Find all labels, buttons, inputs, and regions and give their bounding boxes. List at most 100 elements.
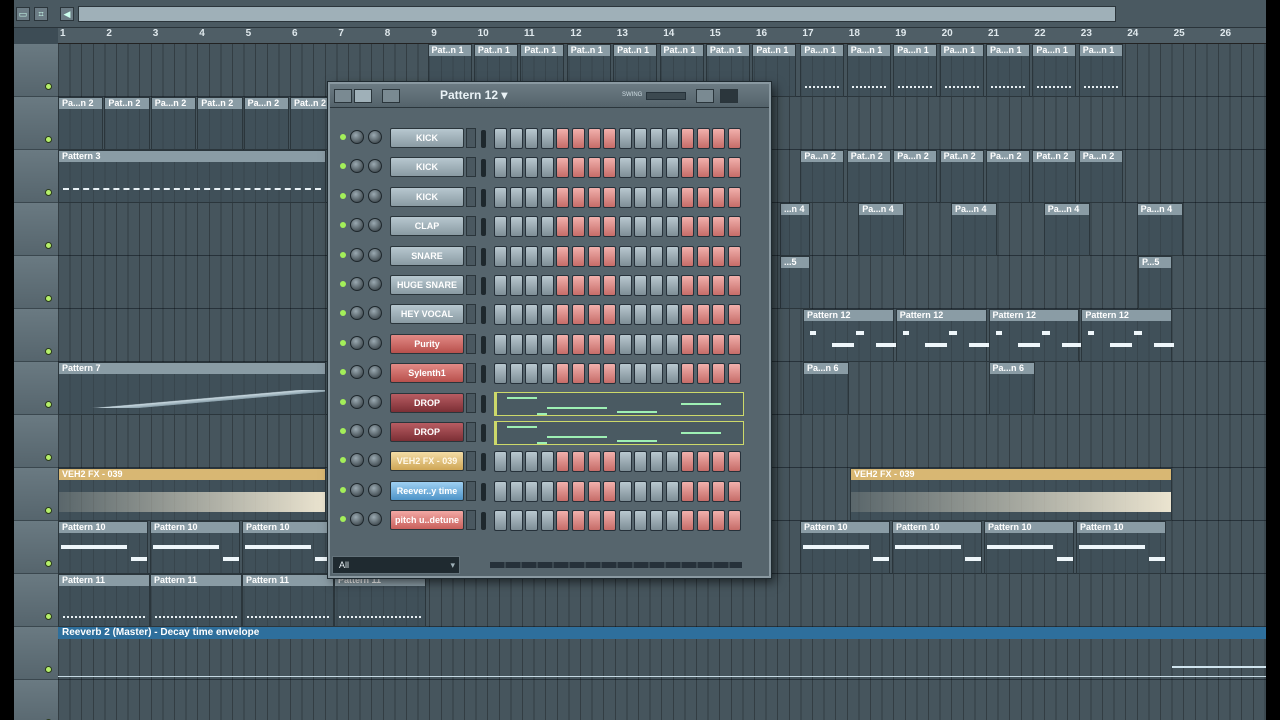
track-header[interactable] (14, 574, 58, 627)
step-button[interactable] (572, 186, 585, 208)
channel-select-indicator[interactable] (481, 218, 486, 237)
step-button[interactable] (665, 304, 679, 326)
playlist-clip[interactable]: Pa...n 2 (1078, 150, 1123, 203)
step-button[interactable] (650, 245, 663, 267)
step-button[interactable] (540, 510, 554, 532)
rack-menu-icon[interactable] (334, 89, 352, 103)
playlist-clip[interactable]: Pattern 10 (800, 521, 890, 574)
channel-name-button[interactable]: DROP (390, 422, 464, 442)
step-button[interactable] (587, 451, 601, 473)
step-button[interactable] (665, 363, 679, 385)
track-mute-led[interactable] (45, 83, 52, 90)
playlist-clip[interactable]: Pattern 12 (1081, 309, 1175, 362)
channel-pan-knob[interactable] (350, 482, 364, 497)
step-button[interactable] (618, 245, 632, 267)
step-button[interactable] (556, 510, 570, 532)
step-button[interactable] (696, 363, 710, 385)
step-button[interactable] (556, 363, 570, 385)
step-button[interactable] (525, 275, 539, 296)
playlist-clip[interactable]: Pa...n 1 (986, 44, 1031, 97)
step-button[interactable] (696, 304, 710, 326)
step-button[interactable] (494, 304, 507, 326)
playlist-clip[interactable]: Pa...n 2 (893, 150, 938, 203)
playlist-clip[interactable]: Pattern 10 (1076, 521, 1166, 574)
channel-pan-knob[interactable] (350, 247, 364, 262)
playlist-clip[interactable]: Pa...n 4 (1043, 203, 1090, 256)
channel-enable-led[interactable] (340, 398, 346, 405)
step-button[interactable] (728, 157, 741, 179)
channel-filter-select[interactable]: All ▾ (332, 556, 460, 574)
step-button[interactable] (587, 128, 601, 149)
playlist-clip[interactable]: Pa...n 2 (800, 150, 845, 203)
step-button[interactable] (556, 216, 570, 238)
track-header[interactable] (14, 627, 58, 680)
channel-pan-knob[interactable] (350, 453, 364, 468)
step-button[interactable] (665, 157, 679, 179)
step-button[interactable] (572, 451, 585, 473)
step-button[interactable] (540, 480, 554, 502)
step-button[interactable] (681, 186, 695, 208)
step-button[interactable] (540, 275, 554, 296)
step-button[interactable] (696, 128, 710, 149)
step-button[interactable] (525, 245, 539, 267)
channel-enable-led[interactable] (340, 369, 346, 376)
track-mute-led[interactable] (45, 560, 52, 567)
step-button[interactable] (509, 275, 523, 296)
track-mute-led[interactable] (45, 136, 52, 143)
track-mute-led[interactable] (45, 348, 52, 355)
step-button[interactable] (650, 363, 663, 385)
channel-enable-led[interactable] (340, 222, 346, 229)
step-button[interactable] (618, 186, 632, 208)
step-button[interactable] (603, 157, 617, 179)
channel-pan-knob[interactable] (350, 424, 364, 438)
step-button[interactable] (556, 333, 570, 355)
step-button[interactable] (525, 451, 539, 473)
channel-mixer-slot[interactable] (466, 451, 476, 472)
step-button[interactable] (494, 186, 507, 208)
step-button[interactable] (509, 304, 523, 326)
step-button[interactable] (525, 216, 539, 238)
playlist-clip[interactable]: Pat..n 2 (1032, 150, 1077, 203)
track-header[interactable] (14, 468, 58, 521)
channel-volume-knob[interactable] (368, 482, 382, 497)
channel-volume-knob[interactable] (368, 159, 382, 174)
step-button[interactable] (696, 157, 710, 179)
step-button[interactable] (696, 186, 710, 208)
playlist-clip[interactable]: Pattern 12 (988, 309, 1082, 362)
step-button[interactable] (603, 510, 617, 532)
channel-name-button[interactable]: CLAP (390, 216, 464, 237)
step-button[interactable] (494, 128, 507, 149)
step-button[interactable] (618, 128, 632, 149)
piano-roll-icon[interactable] (720, 89, 738, 103)
step-button[interactable] (556, 480, 570, 502)
channel-volume-knob[interactable] (368, 188, 382, 203)
playlist-clip[interactable]: Pattern 11 (334, 574, 426, 627)
step-button[interactable] (525, 128, 539, 149)
channel-volume-knob[interactable] (368, 394, 382, 409)
step-button[interactable] (681, 157, 695, 179)
step-button[interactable] (650, 333, 663, 355)
step-button[interactable] (712, 245, 726, 267)
playlist-clip[interactable]: Pattern 10 (242, 521, 332, 574)
step-button[interactable] (494, 157, 507, 179)
channel-name-button[interactable]: pitch u..detune (390, 510, 464, 531)
playlist-clip[interactable]: Pattern 10 (58, 521, 148, 574)
step-button[interactable] (509, 186, 523, 208)
step-button[interactable] (525, 510, 539, 532)
step-button[interactable] (572, 275, 585, 296)
channel-name-button[interactable]: DROP (390, 392, 464, 413)
channel-name-button[interactable]: Reever..y time (390, 480, 464, 501)
step-button[interactable] (681, 128, 695, 149)
step-button[interactable] (634, 510, 648, 532)
step-button[interactable] (634, 128, 648, 149)
track-header[interactable] (14, 150, 58, 203)
playlist-clip[interactable]: Pa...n 1 (800, 44, 845, 97)
playlist-clip[interactable]: Pa...n 1 (893, 44, 938, 97)
step-button[interactable] (650, 480, 663, 502)
playlist-clip[interactable]: Pa...n 4 (951, 203, 997, 256)
step-button[interactable] (509, 363, 523, 385)
channel-select-indicator[interactable] (481, 130, 486, 148)
step-button[interactable] (587, 186, 601, 208)
step-button[interactable] (634, 480, 648, 502)
step-button[interactable] (587, 363, 601, 385)
